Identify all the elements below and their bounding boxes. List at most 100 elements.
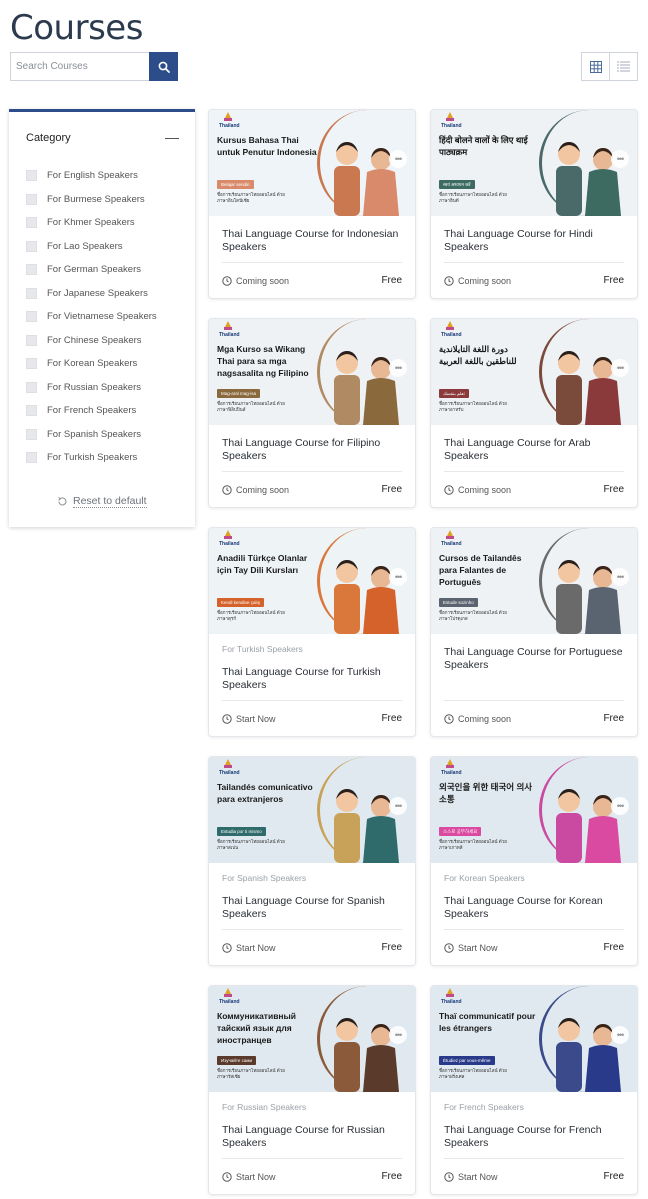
- clock-icon: [222, 943, 232, 953]
- banner-tag: स्वयं अध्ययन करें: [439, 180, 475, 189]
- banner-tag: Mag-aral mag-isa: [217, 389, 261, 398]
- course-card[interactable]: Thailand Cursos de Tailandês para Falant…: [430, 527, 638, 737]
- course-title[interactable]: Thai Language Course for Portuguese Spea…: [444, 646, 629, 672]
- course-banner: Thailand Anadili Türkçe Olanlar için Tay…: [209, 528, 415, 634]
- course-status: Coming soon: [444, 276, 511, 286]
- banner-logo: Thailand: [219, 770, 240, 776]
- category-checkbox[interactable]: [26, 311, 37, 323]
- banner-note: ชื่อการเรียนภาษาไทยออนไลน์ ด้วยภาษาฟิลิป…: [217, 401, 285, 412]
- card-divider: [222, 929, 402, 930]
- course-status: Start Now: [222, 943, 276, 953]
- character-illustration-icon: [334, 1018, 399, 1092]
- character-illustration-icon: [556, 351, 621, 425]
- banner-logo: Thailand: [219, 999, 240, 1005]
- category-item[interactable]: For Russian Speakers: [26, 376, 157, 400]
- category-item[interactable]: For French Speakers: [26, 399, 157, 423]
- course-status: Start Now: [444, 1172, 498, 1182]
- page-title: Courses: [10, 8, 143, 48]
- course-title[interactable]: Thai Language Course for French Speakers: [444, 1124, 629, 1150]
- reset-label: Reset to default: [73, 495, 147, 508]
- course-title[interactable]: Thai Language Course for Indonesian Spea…: [222, 228, 407, 254]
- category-label: For Lao Speakers: [47, 240, 123, 252]
- character-illustration-icon: [334, 789, 399, 863]
- category-checkbox[interactable]: [26, 381, 37, 393]
- category-item[interactable]: For Vietnamese Speakers: [26, 305, 157, 329]
- course-card[interactable]: Thailand Kursus Bahasa Thai untuk Penutu…: [208, 109, 416, 299]
- category-checkbox[interactable]: [26, 334, 37, 346]
- search-input[interactable]: [10, 52, 149, 81]
- chat-bubble-icon: •••: [611, 359, 629, 377]
- category-label: For Vietnamese Speakers: [47, 311, 157, 323]
- banner-logo: Thailand: [441, 332, 462, 338]
- category-checkbox[interactable]: [26, 428, 37, 440]
- course-title[interactable]: Thai Language Course for Arab Speakers: [444, 437, 629, 463]
- card-divider: [444, 1158, 624, 1159]
- category-item[interactable]: For Chinese Speakers: [26, 329, 157, 353]
- course-title[interactable]: Thai Language Course for Korean Speakers: [444, 895, 629, 921]
- category-checkbox[interactable]: [26, 240, 37, 252]
- chat-bubble-icon: •••: [611, 1026, 629, 1044]
- course-card[interactable]: Thailand Tailandés comunicativo para ext…: [208, 756, 416, 966]
- card-divider: [444, 929, 624, 930]
- category-label: For French Speakers: [47, 405, 137, 417]
- grid-view-button[interactable]: [582, 53, 609, 80]
- banner-tag: Изучайте сами: [217, 1056, 256, 1065]
- category-checkbox[interactable]: [26, 405, 37, 417]
- course-card[interactable]: Thailand Anadili Türkçe Olanlar için Tay…: [208, 527, 416, 737]
- category-checkbox[interactable]: [26, 217, 37, 229]
- course-title[interactable]: Thai Language Course for Turkish Speaker…: [222, 666, 407, 692]
- search-button[interactable]: [149, 52, 178, 81]
- category-label: For Khmer Speakers: [47, 217, 135, 229]
- category-item[interactable]: For Lao Speakers: [26, 235, 157, 259]
- reset-button[interactable]: Reset to default: [57, 495, 147, 508]
- category-checkbox[interactable]: [26, 287, 37, 299]
- category-label: For Spanish Speakers: [47, 428, 141, 440]
- course-status-label: Start Now: [236, 943, 276, 953]
- course-card[interactable]: Thailand 외국인을 위한 태국어 의사소통 스스로 공부하세요 ชื่อ…: [430, 756, 638, 966]
- course-title[interactable]: Thai Language Course for Hindi Speakers: [444, 228, 629, 254]
- clock-icon: [444, 276, 454, 286]
- category-label: For German Speakers: [47, 264, 141, 276]
- course-status-label: Coming soon: [458, 276, 512, 286]
- category-item[interactable]: For Turkish Speakers: [26, 446, 157, 470]
- clock-icon: [222, 485, 232, 495]
- course-title[interactable]: Thai Language Course for Russian Speaker…: [222, 1124, 407, 1150]
- category-checkbox[interactable]: [26, 170, 37, 182]
- category-item[interactable]: For German Speakers: [26, 258, 157, 282]
- chat-bubble-icon: •••: [611, 797, 629, 815]
- course-banner: Thailand Cursos de Tailandês para Falant…: [431, 528, 637, 634]
- category-item[interactable]: For Khmer Speakers: [26, 211, 157, 235]
- course-title[interactable]: Thai Language Course for Filipino Speake…: [222, 437, 407, 463]
- search-bar: [10, 52, 178, 81]
- course-card[interactable]: Thailand Thaï communicatif pour les étra…: [430, 985, 638, 1195]
- collapse-icon[interactable]: [165, 138, 179, 139]
- category-item[interactable]: For Japanese Speakers: [26, 282, 157, 306]
- course-card[interactable]: Thailand हिंदी बोलने वालों के लिए थाई पा…: [430, 109, 638, 299]
- clock-icon: [444, 714, 454, 724]
- category-label: For Turkish Speakers: [47, 452, 138, 464]
- list-view-button[interactable]: [609, 53, 637, 80]
- clock-icon: [222, 714, 232, 724]
- banner-note: ชื่อการเรียนภาษาไทยออนไลน์ ด้วยภาษาเกาหล…: [439, 839, 507, 850]
- category-item[interactable]: For English Speakers: [26, 164, 157, 188]
- course-card[interactable]: Thailand Mga Kurso sa Wikang Thai para s…: [208, 318, 416, 508]
- course-card[interactable]: Thailand دورة اللغة التايلاندية للناطقين…: [430, 318, 638, 508]
- chat-bubble-icon: •••: [389, 359, 407, 377]
- course-banner: Thailand हिंदी बोलने वालों के लिए थाई पा…: [431, 110, 637, 216]
- course-banner: Thailand 외국인을 위한 태국어 의사소통 스스로 공부하세요 ชื่อ…: [431, 757, 637, 863]
- category-item[interactable]: For Burmese Speakers: [26, 188, 157, 212]
- category-item[interactable]: For Korean Speakers: [26, 352, 157, 376]
- banner-logo: Thailand: [219, 123, 240, 129]
- banner-tag: Étudiez par vous-même: [439, 1056, 495, 1065]
- course-price: Free: [603, 942, 624, 953]
- category-checkbox[interactable]: [26, 264, 37, 276]
- category-item[interactable]: For Spanish Speakers: [26, 423, 157, 447]
- category-checkbox[interactable]: [26, 358, 37, 370]
- banner-tag: Estude sozinho: [439, 598, 478, 607]
- course-title[interactable]: Thai Language Course for Spanish Speaker…: [222, 895, 407, 921]
- category-checkbox[interactable]: [26, 452, 37, 464]
- character-illustration-icon: [556, 1018, 621, 1092]
- banner-tag: Estudia por ti mismo: [217, 827, 266, 836]
- category-checkbox[interactable]: [26, 193, 37, 205]
- course-card[interactable]: Thailand Коммуникативный тайский язык дл…: [208, 985, 416, 1195]
